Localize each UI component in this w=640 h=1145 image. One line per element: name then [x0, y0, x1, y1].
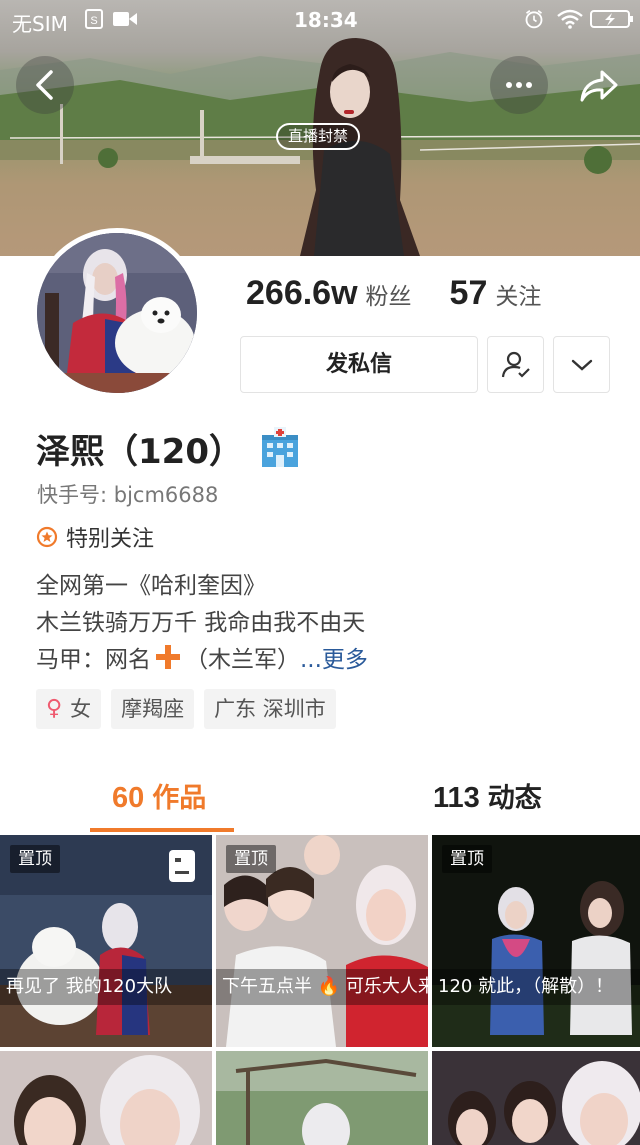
back-button[interactable] — [16, 56, 74, 114]
female-icon: ♀ — [46, 696, 63, 721]
more-options-button[interactable] — [490, 56, 548, 114]
tab-works[interactable]: 60 作品 — [112, 776, 206, 820]
back-icon — [36, 70, 53, 100]
share-icon — [580, 70, 618, 102]
chevron-down-icon — [571, 359, 592, 371]
profile-tags: ♀ 女 摩羯座 广东 深圳市 — [36, 689, 346, 729]
video-icon — [113, 12, 137, 26]
work-thumbnail[interactable] — [0, 1051, 212, 1145]
works-count: 60 — [112, 782, 145, 814]
special-follow[interactable]: 特别关注 — [36, 521, 154, 553]
work-thumbnail[interactable]: 置顶 再见了 我的120大队 — [0, 835, 212, 1047]
work-thumbnail[interactable]: 置顶 120 就此，（解散）！ — [432, 835, 640, 1047]
work-thumbnail[interactable]: 置顶 下午五点半 🔥 可乐大人来啦 — [216, 835, 428, 1047]
work-thumbnail-image — [0, 1051, 212, 1145]
bio-line-3: 马甲：网名 （木兰军） ...更多 — [36, 640, 368, 674]
sim-card-icon: S — [85, 9, 103, 29]
hospital-icon — [261, 427, 298, 467]
gender-tag: ♀ 女 — [36, 689, 102, 729]
kuaishou-id: 快手号: bjcm6688 — [37, 483, 219, 507]
profile-cover: 无SIM S 18:34 直播封禁 — [0, 0, 640, 256]
wifi-icon — [557, 9, 583, 29]
followers-count[interactable]: 266.6w — [246, 274, 358, 313]
works-grid: 置顶 再见了 我的120大队 置顶 下午五点半 🔥 可乐大人来啦 — [0, 835, 640, 1145]
feed-label: 动态 — [487, 783, 542, 814]
pinned-badge: 置顶 — [10, 845, 60, 873]
avatar[interactable] — [32, 228, 202, 398]
follow-button[interactable] — [487, 336, 544, 393]
bio-line-2: 木兰铁骑万万千 我命由我不由天 — [36, 610, 366, 636]
following-count[interactable]: 57 — [450, 274, 488, 313]
work-caption: 再见了 我的120大队 — [0, 969, 212, 1005]
carrier-label: 无SIM — [12, 12, 68, 36]
send-message-button[interactable]: 发私信 — [240, 336, 478, 393]
gender-label: 女 — [70, 697, 92, 721]
more-actions-dropdown[interactable] — [553, 336, 610, 393]
zodiac-tag: 摩羯座 — [111, 689, 195, 729]
avatar-image — [37, 233, 197, 393]
star-icon — [36, 526, 58, 548]
work-thumbnail[interactable] — [432, 1051, 640, 1145]
location-tag: 广东 深圳市 — [204, 689, 336, 729]
live-ban-badge: 直播封禁 — [276, 123, 361, 150]
special-follow-label: 特别关注 — [66, 527, 155, 552]
battery-icon — [590, 10, 633, 28]
pinned-badge: 置顶 — [226, 845, 276, 873]
plus-icon — [156, 645, 180, 669]
followers-label[interactable]: 粉丝 — [366, 277, 412, 311]
profile-stats: 266.6w 粉丝 57 关注 — [246, 274, 541, 318]
status-bar: 无SIM S 18:34 — [0, 0, 640, 40]
work-thumbnail-image — [216, 1051, 428, 1145]
svg-text:S: S — [90, 15, 97, 27]
work-caption: 下午五点半 🔥 可乐大人来啦 — [216, 969, 428, 1005]
work-thumbnail-image — [432, 1051, 640, 1145]
bio-line-1: 全网第一《哈利奎因》 — [36, 573, 266, 599]
active-tab-indicator — [90, 828, 234, 832]
bio-line-3-prefix: 马甲：网名 — [36, 647, 151, 673]
following-label[interactable]: 关注 — [495, 277, 541, 311]
more-icon — [506, 82, 532, 88]
add-friend-icon — [501, 351, 530, 378]
pinned-badge: 置顶 — [442, 845, 492, 873]
work-caption: 120 就此，（解散）！ — [432, 969, 640, 1005]
bio-more-link[interactable]: ...更多 — [300, 640, 368, 674]
bio-line-3-suffix: （木兰军） — [185, 647, 300, 673]
feed-count: 113 — [433, 782, 480, 814]
work-thumbnail[interactable] — [216, 1051, 428, 1145]
user-name: 泽熙（120） — [36, 431, 243, 472]
clock: 18:34 — [294, 8, 358, 32]
alarm-icon — [525, 10, 543, 29]
share-button[interactable] — [574, 62, 622, 110]
works-label: 作品 — [152, 783, 207, 814]
name-row: 泽熙（120） — [36, 424, 301, 472]
tab-feed[interactable]: 113 动态 — [433, 776, 542, 820]
long-image-icon — [169, 850, 195, 882]
